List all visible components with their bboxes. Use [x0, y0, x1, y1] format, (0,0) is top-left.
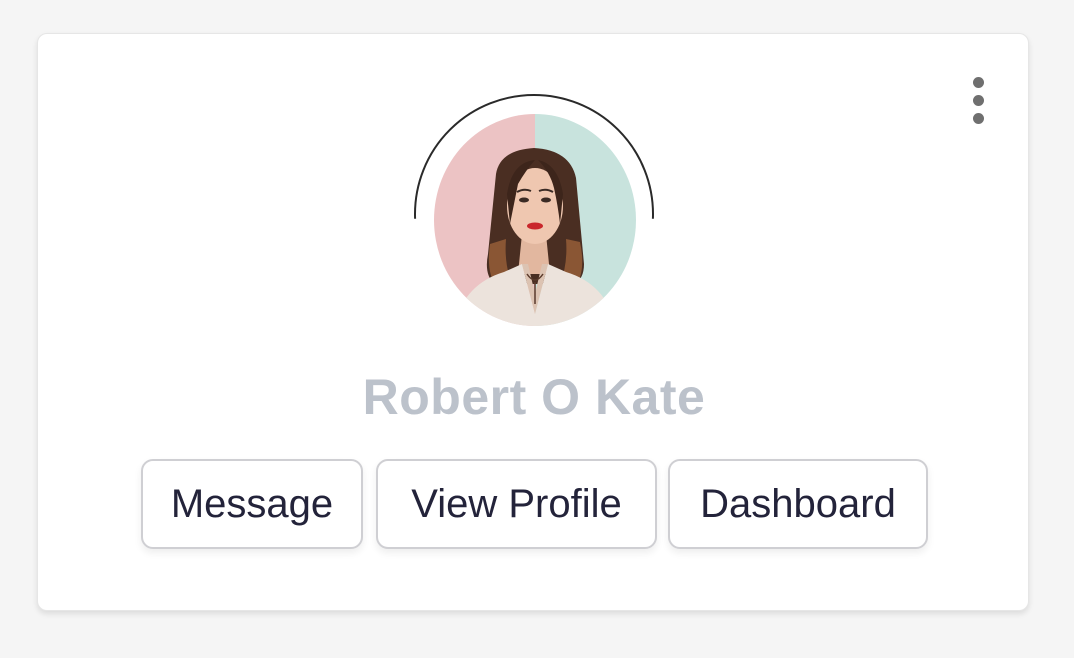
more-vertical-icon: [972, 76, 984, 88]
avatar-photo: [434, 114, 636, 326]
profile-name: Robert O Kate: [362, 369, 706, 425]
avatar: [434, 114, 636, 326]
message-button[interactable]: Message: [141, 459, 363, 549]
dashboard-button[interactable]: Dashboard: [668, 459, 928, 549]
more-vertical-icon-dot: [972, 94, 984, 106]
more-vertical-icon-dot: [972, 112, 984, 124]
action-buttons: Message View Profile Dashboard: [38, 459, 1030, 551]
view-profile-button[interactable]: View Profile: [376, 459, 657, 549]
more-options-button[interactable]: [963, 72, 993, 128]
profile-card: Robert O Kate Message View Profile Dashb…: [37, 33, 1029, 611]
